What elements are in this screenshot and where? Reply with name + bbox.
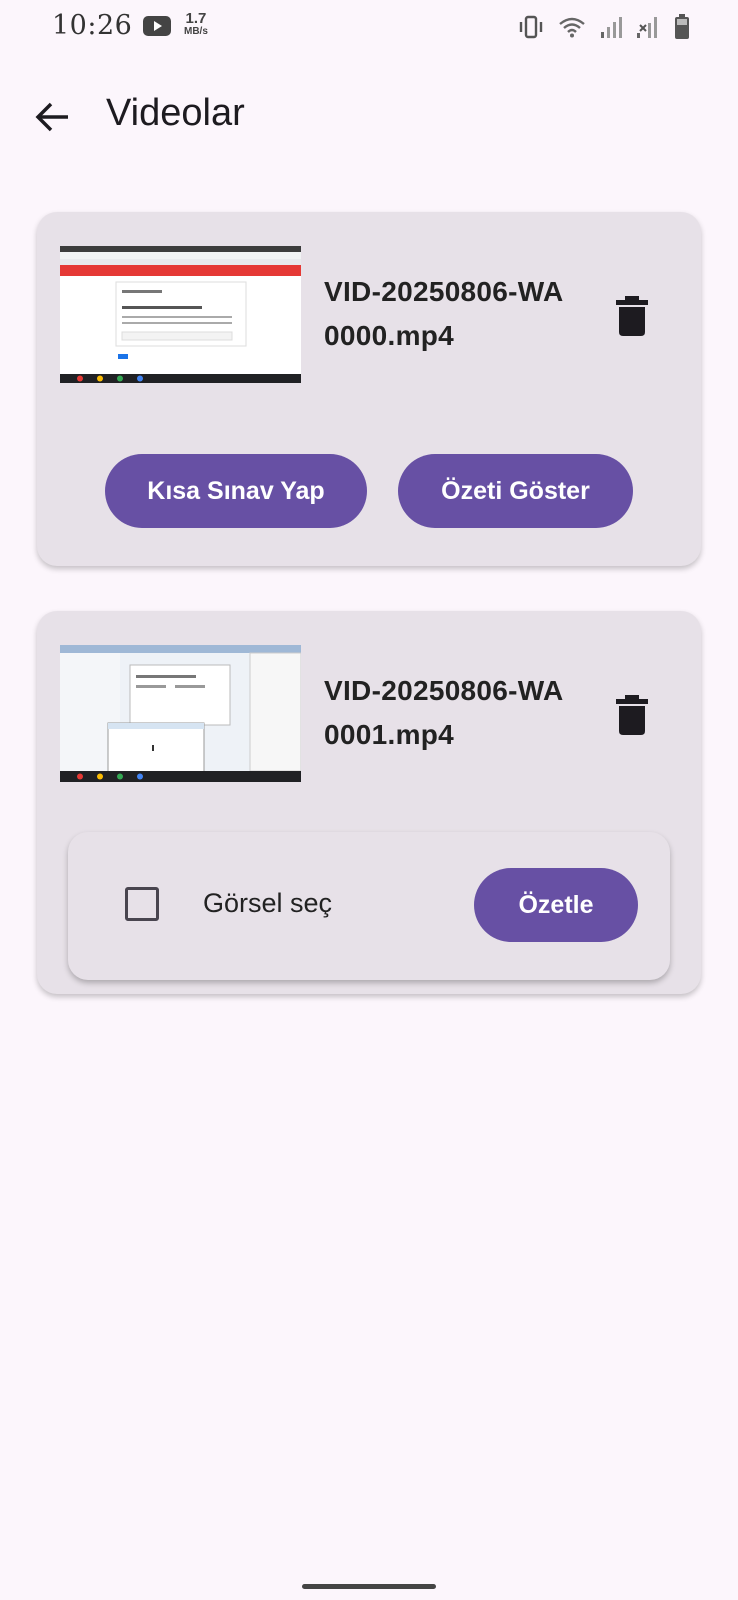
video-thumbnail[interactable]: [60, 246, 301, 383]
filename-line: 0000.mp4: [324, 320, 455, 351]
arrow-back-icon[interactable]: [30, 94, 76, 140]
speed-unit: MB/s: [184, 26, 208, 37]
filename-line: 0001.mp4: [324, 719, 455, 750]
status-icons: [518, 14, 690, 40]
page-title: Videolar: [106, 92, 245, 134]
filename-line: VID-20250806-WA: [324, 276, 564, 307]
filename-line: VID-20250806-WA: [324, 675, 564, 706]
trash-icon[interactable]: [614, 693, 650, 737]
home-indicator[interactable]: [302, 1584, 436, 1589]
app-bar: Videolar: [0, 72, 738, 162]
select-image-checkbox[interactable]: [125, 887, 159, 921]
signal-icon: [601, 17, 622, 38]
summary-options-panel: Görsel seç Özetle: [68, 832, 670, 980]
take-quiz-button[interactable]: Kısa Sınav Yap: [105, 454, 367, 528]
youtube-icon: [143, 16, 171, 36]
video-card: VID-20250806-WA 0001.mp4 Görsel seç Özet…: [37, 611, 701, 994]
summarize-button[interactable]: Özetle: [474, 868, 638, 942]
video-filename: VID-20250806-WA 0001.mp4: [324, 669, 594, 757]
vibrate-icon: [519, 15, 543, 39]
trash-icon[interactable]: [614, 294, 650, 338]
wifi-icon: [559, 17, 585, 38]
status-time: 10:26: [52, 10, 133, 41]
select-image-label: Görsel seç: [203, 888, 333, 918]
video-card: VID-20250806-WA 0000.mp4 Kısa Sınav Yap …: [37, 212, 701, 566]
signal-no-service-icon: [637, 17, 657, 38]
battery-icon: [675, 14, 689, 39]
show-summary-button[interactable]: Özeti Göster: [398, 454, 633, 528]
video-filename: VID-20250806-WA 0000.mp4: [324, 270, 594, 358]
network-speed: 1.7 MB/s: [184, 11, 208, 38]
status-bar: 10:26 1.7 MB/s: [0, 0, 738, 56]
video-thumbnail[interactable]: [60, 645, 301, 782]
